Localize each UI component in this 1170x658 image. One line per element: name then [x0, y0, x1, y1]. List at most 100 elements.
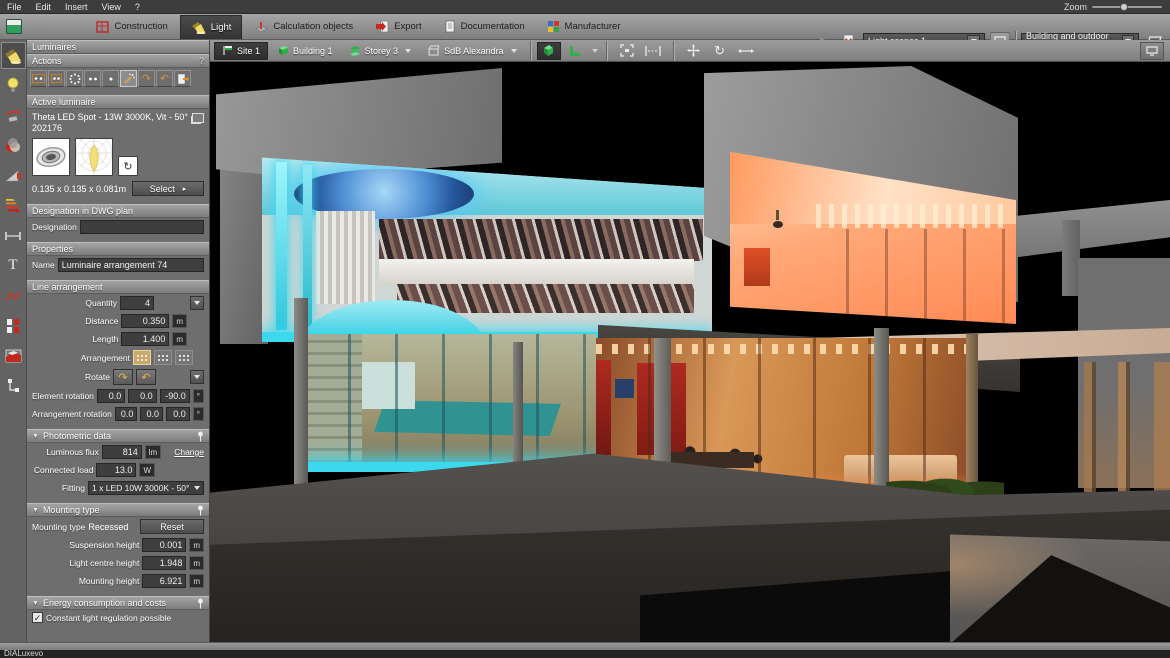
tool-move-luminaire-icon[interactable]	[1, 102, 26, 129]
collapse-chevron-icon[interactable]: ▼	[32, 600, 39, 607]
tool-lamp-icon[interactable]	[1, 72, 26, 99]
arrangement-rotation-z[interactable]: 0.0	[166, 407, 190, 421]
tab-export[interactable]: Export	[365, 15, 431, 39]
menu-view[interactable]: View	[95, 2, 128, 12]
luminous-flux-input[interactable]: 814	[101, 445, 142, 459]
quantity-input[interactable]: 4	[120, 296, 154, 310]
collapse-chevron-icon[interactable]: ▼	[32, 507, 39, 514]
rotate-dropdown[interactable]	[190, 370, 204, 384]
menu-insert[interactable]: Insert	[58, 2, 95, 12]
nav-room[interactable]: SdB Alexandra	[420, 42, 524, 60]
save-icon[interactable]	[6, 19, 22, 34]
measure-icon[interactable]	[641, 42, 665, 60]
tool-light-distribution-icon[interactable]	[1, 162, 26, 189]
action-two-dots-icon[interactable]	[84, 70, 101, 87]
menu-file[interactable]: File	[0, 2, 29, 12]
tool-measure-icon[interactable]	[1, 222, 26, 249]
tool-hierarchy-icon[interactable]	[1, 372, 26, 399]
element-rotation-x[interactable]: 0.0	[96, 389, 126, 403]
pin-icon[interactable]	[197, 431, 204, 442]
action-circle-icon[interactable]	[66, 70, 83, 87]
pan-move-icon[interactable]	[682, 42, 706, 60]
render-3d-view[interactable]	[210, 62, 1170, 642]
light-centre-height-input[interactable]: 1.948	[142, 556, 187, 570]
name-input[interactable]: Luminaire arrangement 74	[57, 258, 204, 272]
view-plan-icon[interactable]	[563, 42, 587, 60]
help-icon[interactable]: ?	[199, 56, 204, 66]
suspension-height-input[interactable]: 0.001	[142, 538, 187, 552]
select-luminaire-button[interactable]: Select ▸	[132, 181, 204, 196]
tab-light[interactable]: Light	[179, 14, 243, 39]
action-single-dot-icon[interactable]	[102, 70, 119, 87]
length-input[interactable]: 1.400	[121, 332, 170, 346]
luminaire-photo-thumbnail[interactable]	[32, 138, 70, 176]
arrangement-mode-dropdown[interactable]	[190, 296, 204, 310]
tab-calculation-objects[interactable]: Calculation objects	[244, 15, 363, 39]
tab-documentation[interactable]: Documentation	[434, 15, 535, 39]
nav-building[interactable]: Building 1	[270, 42, 340, 60]
connected-load-input[interactable]: 13.0	[96, 463, 137, 477]
photometric-header[interactable]: ▼ Photometric data	[27, 429, 209, 443]
tab-construction-label: Construction	[114, 21, 168, 32]
element-rotation-y[interactable]: 0.0	[128, 389, 157, 403]
tool-arrangement-pattern-icon[interactable]	[1, 312, 26, 339]
display-output-icon[interactable]	[1140, 41, 1164, 60]
arrangement-rotation-x[interactable]: 0.0	[114, 407, 138, 421]
action-wand-icon[interactable]	[120, 70, 137, 87]
view-3d-icon[interactable]	[536, 41, 561, 60]
fitting-select[interactable]: 1 x LED 10W 3000K - 50°	[88, 481, 204, 495]
status-bar: DIALuxevo	[0, 650, 1170, 658]
tab-construction[interactable]: Construction	[86, 15, 177, 39]
action-rotate-ccw-icon[interactable]: ↶	[156, 70, 173, 87]
energy-header[interactable]: ▼ Energy consumption and costs	[27, 596, 209, 610]
distance-input[interactable]: 0.350	[121, 314, 170, 328]
tool-text-icon[interactable]: T	[1, 252, 26, 279]
pin-icon[interactable]	[197, 505, 204, 516]
rotate-ccw-button[interactable]: ↶	[136, 369, 156, 385]
action-rotate-cw-icon[interactable]: ↷	[138, 70, 155, 87]
menu-help[interactable]: ?	[128, 2, 147, 12]
nav-room-caret[interactable]	[510, 48, 517, 53]
rotate-luminaire-icon[interactable]: ↻	[118, 156, 138, 176]
pin-icon[interactable]	[197, 598, 204, 609]
zoom-slider-knob[interactable]	[1120, 3, 1128, 11]
reset-button[interactable]: Reset	[140, 519, 204, 534]
arrangement-option-2[interactable]	[154, 350, 172, 365]
action-pair-wide-icon[interactable]	[30, 70, 47, 87]
nav-storey[interactable]: Storey 3	[342, 42, 419, 60]
active-luminaire-header: Active luminaire	[27, 95, 209, 109]
view-plan-caret[interactable]	[591, 48, 598, 53]
nav-storey-caret[interactable]	[405, 48, 412, 53]
mounting-header[interactable]: ▼ Mounting type	[27, 503, 209, 517]
arrangement-option-1[interactable]	[133, 350, 151, 365]
export-icon	[375, 20, 389, 33]
zoom-slider[interactable]	[1092, 3, 1162, 11]
arrangement-option-3[interactable]	[175, 350, 193, 365]
tool-polyline-icon[interactable]	[1, 282, 26, 309]
tool-colour-icon[interactable]	[1, 132, 26, 159]
tool-scene-icon[interactable]	[1, 342, 26, 369]
constant-light-checkbox[interactable]: ✓	[32, 612, 43, 623]
mounting-height-input[interactable]: 6.921	[142, 574, 187, 588]
copy-luminaire-icon[interactable]	[192, 113, 204, 123]
render-bottom-right-wall	[950, 534, 1170, 642]
designation-input[interactable]	[79, 220, 204, 234]
menu-edit[interactable]: Edit	[29, 2, 59, 12]
photometric-curve-thumbnail[interactable]	[75, 138, 113, 176]
collapse-chevron-icon[interactable]: ▼	[32, 433, 39, 440]
arrangement-rotation-y[interactable]: 0.0	[140, 407, 164, 421]
change-link[interactable]: Change	[174, 447, 204, 457]
action-pair-icon[interactable]	[48, 70, 65, 87]
reset-button-label: Reset	[160, 521, 184, 532]
tool-luminaires-icon[interactable]	[0, 42, 26, 69]
element-rotation-z[interactable]: -90.0	[159, 389, 190, 403]
arrangement-label: Arrangement	[80, 352, 130, 363]
rotate-cw-button[interactable]: ↷	[113, 369, 133, 385]
zoom-fit-icon[interactable]	[615, 42, 639, 60]
orbit-rotate-icon[interactable]: ↻	[708, 42, 732, 60]
tool-energy-label-icon[interactable]	[1, 192, 26, 219]
pan-horizontal-icon[interactable]	[734, 42, 758, 60]
action-export-luminaire-icon[interactable]	[174, 70, 191, 87]
nav-site[interactable]: Site 1	[214, 41, 269, 60]
tab-manufacturer[interactable]: Manufacturer	[537, 15, 631, 39]
